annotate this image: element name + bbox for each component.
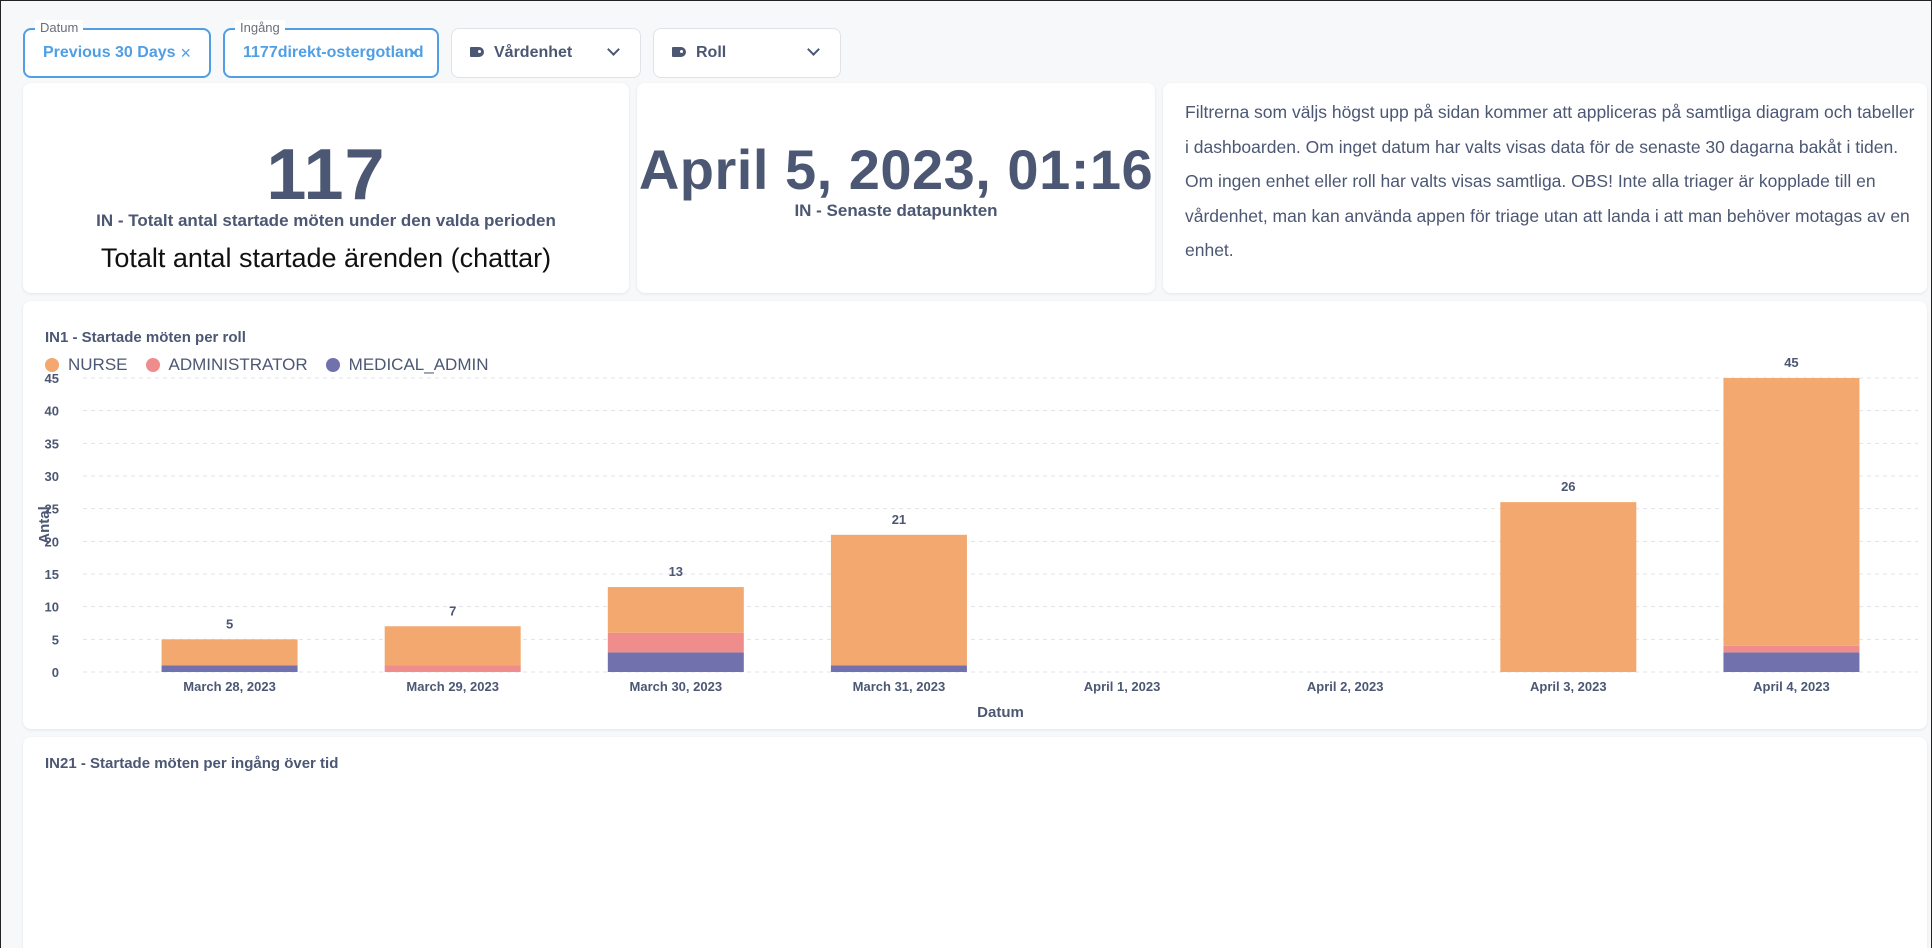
x-tick-label: March 28, 2023 bbox=[183, 679, 276, 694]
y-tick-label: 0 bbox=[52, 665, 59, 680]
latest-datapoint-subtitle: IN - Senaste datapunkten bbox=[794, 201, 998, 220]
x-tick-label: April 2, 2023 bbox=[1307, 679, 1384, 694]
datum-clear-icon[interactable]: × bbox=[180, 43, 191, 64]
ingang-clear-icon[interactable]: × bbox=[408, 43, 419, 64]
x-tick-label: March 29, 2023 bbox=[406, 679, 499, 694]
latest-datapoint-value: April 5, 2023, 01:16 bbox=[638, 138, 1154, 201]
y-tick-label: 35 bbox=[45, 436, 59, 451]
bar-segment-administrator bbox=[384, 665, 521, 672]
bar-segment-medical-admin bbox=[607, 652, 744, 672]
vardenhet-filter-placeholder: Vårdenhet bbox=[494, 44, 573, 61]
y-tick-label: 5 bbox=[52, 632, 59, 647]
total-meetings-subtitle: IN - Totalt antal startade möten under d… bbox=[96, 211, 556, 230]
y-tick-label: 10 bbox=[45, 600, 59, 615]
filter-bar: Datum Previous 30 Days × Ingång 1177dire… bbox=[1, 1, 1932, 91]
total-meetings-card: 117 IN - Totalt antal startade möten und… bbox=[23, 83, 629, 293]
y-tick-label: 45 bbox=[45, 371, 59, 386]
y-tick-label: 30 bbox=[45, 469, 59, 484]
ingang-filter-label: Ingång bbox=[235, 20, 285, 35]
bar-segment-medical-admin bbox=[830, 665, 967, 672]
bar-segment-nurse bbox=[161, 639, 298, 666]
bar-chart: 051015202530354045Antal5March 28, 20237M… bbox=[36, 355, 1918, 721]
x-axis-label: Datum bbox=[977, 704, 1024, 721]
roll-filter-placeholder: Roll bbox=[696, 44, 727, 61]
ingang-filter-value: 1177direkt-ostergotland bbox=[243, 44, 424, 61]
total-meetings-note: Totalt antal startade ärenden (chattar) bbox=[100, 243, 552, 273]
x-tick-label: April 3, 2023 bbox=[1530, 679, 1607, 694]
bar-segment-medical-admin bbox=[161, 665, 298, 672]
bar-total-label: 45 bbox=[1784, 355, 1798, 370]
bottom-chart-card: IN21 - Startade möten per ingång över ti… bbox=[23, 737, 1927, 948]
bar-total-label: 26 bbox=[1561, 479, 1575, 494]
y-tick-label: 15 bbox=[45, 567, 59, 582]
bar-segment-nurse bbox=[830, 534, 967, 666]
bar-total-label: 13 bbox=[669, 564, 683, 579]
bar-total-label: 7 bbox=[449, 603, 456, 618]
y-axis-label: Antal bbox=[36, 506, 53, 544]
datum-filter[interactable]: Datum Previous 30 Days × bbox=[23, 20, 211, 78]
datum-filter-label: Datum bbox=[35, 20, 84, 35]
tag-icon bbox=[672, 47, 686, 57]
chevron-down-icon bbox=[607, 43, 620, 56]
y-tick-label: 40 bbox=[45, 404, 59, 419]
bar-segment-administrator bbox=[1723, 645, 1860, 653]
bar-segment-nurse bbox=[607, 587, 744, 633]
ingang-filter[interactable]: Ingång 1177direkt-ostergotland × bbox=[223, 20, 439, 78]
x-tick-label: April 1, 2023 bbox=[1084, 679, 1161, 694]
bar-total-label: 21 bbox=[892, 512, 906, 527]
info-text: Filtrerna som väljs högst upp på sidan k… bbox=[1185, 102, 1915, 260]
bar-segment-nurse bbox=[1500, 502, 1637, 672]
roll-filter[interactable]: Roll bbox=[653, 28, 841, 78]
info-text-card: Filtrerna som väljs högst upp på sidan k… bbox=[1163, 83, 1927, 293]
x-tick-label: April 4, 2023 bbox=[1753, 679, 1830, 694]
bar-segment-administrator bbox=[607, 632, 744, 653]
x-tick-label: March 31, 2023 bbox=[853, 679, 946, 694]
bar-segment-medical-admin bbox=[1723, 652, 1860, 672]
vardenhet-filter[interactable]: Vårdenhet bbox=[451, 28, 641, 78]
total-meetings-value: 117 bbox=[266, 135, 386, 215]
latest-datapoint-card: April 5, 2023, 01:16 IN - Senaste datapu… bbox=[637, 83, 1155, 293]
bar-total-label: 5 bbox=[226, 616, 233, 631]
bottom-chart-title: IN21 - Startade möten per ingång över ti… bbox=[45, 755, 339, 772]
bar-segment-nurse bbox=[1723, 378, 1860, 646]
tag-icon bbox=[470, 47, 484, 57]
datum-filter-value: Previous 30 Days bbox=[43, 44, 176, 61]
x-tick-label: March 30, 2023 bbox=[630, 679, 723, 694]
bar-segment-nurse bbox=[384, 626, 521, 666]
chevron-down-icon bbox=[807, 43, 820, 56]
chart-card: IN1 - Startade möten per roll NURSE ADMI… bbox=[23, 301, 1927, 729]
